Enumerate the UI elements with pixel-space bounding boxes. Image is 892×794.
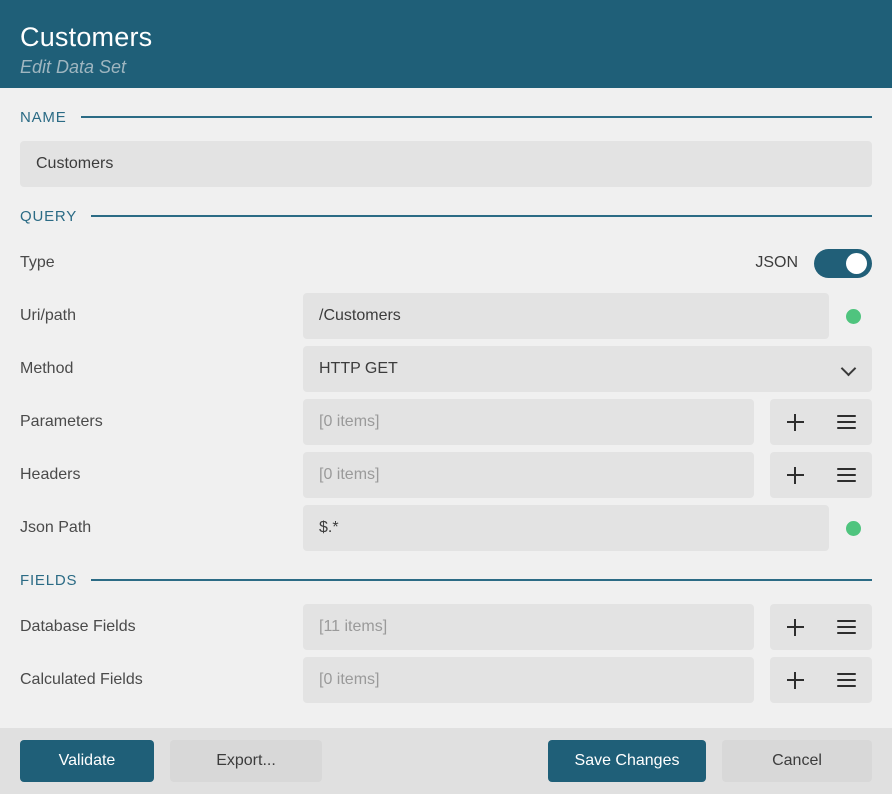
- calculated-fields-list-button[interactable]: [821, 657, 872, 703]
- label-parameters: Parameters: [20, 413, 103, 430]
- save-changes-button[interactable]: Save Changes: [548, 740, 706, 782]
- section-divider-fields: [91, 579, 872, 581]
- row-json-path: Json Path $.*: [20, 505, 872, 551]
- list-icon: [837, 673, 856, 687]
- label-database-fields: Database Fields: [20, 618, 136, 635]
- list-icon: [837, 620, 856, 634]
- headers-input[interactable]: [0 items]: [303, 452, 754, 498]
- database-fields-list-button[interactable]: [821, 604, 872, 650]
- headers-add-button[interactable]: [770, 452, 821, 498]
- label-headers: Headers: [20, 466, 81, 483]
- json-path-control: $.*: [303, 505, 872, 551]
- edit-data-set-dialog: Customers Edit Data Set NAME Customers Q…: [0, 0, 892, 794]
- plus-icon: [787, 671, 804, 689]
- type-control: JSON: [303, 248, 872, 278]
- database-fields-control: [11 items]: [303, 604, 872, 650]
- page-title: Customers: [20, 22, 153, 52]
- calculated-fields-control: [0 items]: [303, 657, 872, 703]
- cancel-button[interactable]: Cancel: [722, 740, 872, 782]
- parameters-add-button[interactable]: [770, 399, 821, 445]
- label-calculated-fields: Calculated Fields: [20, 671, 143, 688]
- label-type: Type: [20, 254, 55, 271]
- toggle-knob: [846, 252, 867, 274]
- validate-button[interactable]: Validate: [20, 740, 154, 782]
- label-json-path: Json Path: [20, 519, 92, 536]
- json-toggle[interactable]: [814, 248, 872, 278]
- label-method: Method: [20, 360, 74, 377]
- row-name: Customers: [20, 141, 872, 187]
- chevron-down-icon: [842, 362, 856, 376]
- calculated-fields-actions: [770, 657, 872, 703]
- method-select[interactable]: HTTP GET: [303, 346, 872, 392]
- json-path-input[interactable]: $.*: [303, 505, 829, 551]
- method-control: HTTP GET: [303, 346, 872, 392]
- json-path-status-indicator-icon: [846, 520, 861, 536]
- row-calculated-fields: Calculated Fields [0 items]: [20, 657, 872, 703]
- page-subtitle: Edit Data Set: [20, 57, 127, 77]
- calculated-fields-input[interactable]: [0 items]: [303, 657, 754, 703]
- headers-list-button[interactable]: [821, 452, 872, 498]
- dialog-header: Customers Edit Data Set: [0, 0, 892, 88]
- dialog-body: NAME Customers QUERY Type JSON Uri/path …: [0, 88, 892, 728]
- calculated-fields-add-button[interactable]: [770, 657, 821, 703]
- method-select-value: HTTP GET: [319, 360, 398, 377]
- row-type: Type JSON: [20, 240, 872, 286]
- parameters-list-button[interactable]: [821, 399, 872, 445]
- name-input[interactable]: Customers: [20, 141, 872, 187]
- database-fields-actions: [770, 604, 872, 650]
- parameters-actions: [770, 399, 872, 445]
- section-header-query: QUERY: [20, 199, 872, 233]
- list-icon: [837, 415, 856, 429]
- database-fields-input[interactable]: [11 items]: [303, 604, 754, 650]
- section-label-name: NAME: [20, 108, 67, 126]
- uri-status-indicator-icon: [846, 308, 861, 324]
- row-parameters: Parameters [0 items]: [20, 399, 872, 445]
- uri-path-control: /Customers: [303, 293, 872, 339]
- row-method: Method HTTP GET: [20, 346, 872, 392]
- dialog-footer: Validate Export... Save Changes Cancel: [0, 728, 892, 794]
- plus-icon: [787, 466, 804, 484]
- export-button[interactable]: Export...: [170, 740, 322, 782]
- uri-path-input[interactable]: /Customers: [303, 293, 829, 339]
- json-toggle-label: JSON: [755, 254, 798, 271]
- row-database-fields: Database Fields [11 items]: [20, 604, 872, 650]
- section-header-fields: FIELDS: [20, 563, 872, 597]
- section-label-query: QUERY: [20, 207, 78, 225]
- plus-icon: [787, 618, 804, 636]
- list-icon: [837, 468, 856, 482]
- json-toggle-wrap: JSON: [303, 248, 872, 278]
- row-uri-path: Uri/path /Customers: [20, 293, 872, 339]
- section-header-name: NAME: [20, 100, 872, 134]
- row-headers: Headers [0 items]: [20, 452, 872, 498]
- section-divider-query: [91, 215, 872, 217]
- label-uri-path: Uri/path: [20, 307, 77, 324]
- headers-actions: [770, 452, 872, 498]
- plus-icon: [787, 413, 804, 431]
- parameters-input[interactable]: [0 items]: [303, 399, 754, 445]
- section-divider-name: [80, 116, 872, 118]
- section-label-fields: FIELDS: [20, 571, 78, 589]
- headers-control: [0 items]: [303, 452, 872, 498]
- database-fields-add-button[interactable]: [770, 604, 821, 650]
- parameters-control: [0 items]: [303, 399, 872, 445]
